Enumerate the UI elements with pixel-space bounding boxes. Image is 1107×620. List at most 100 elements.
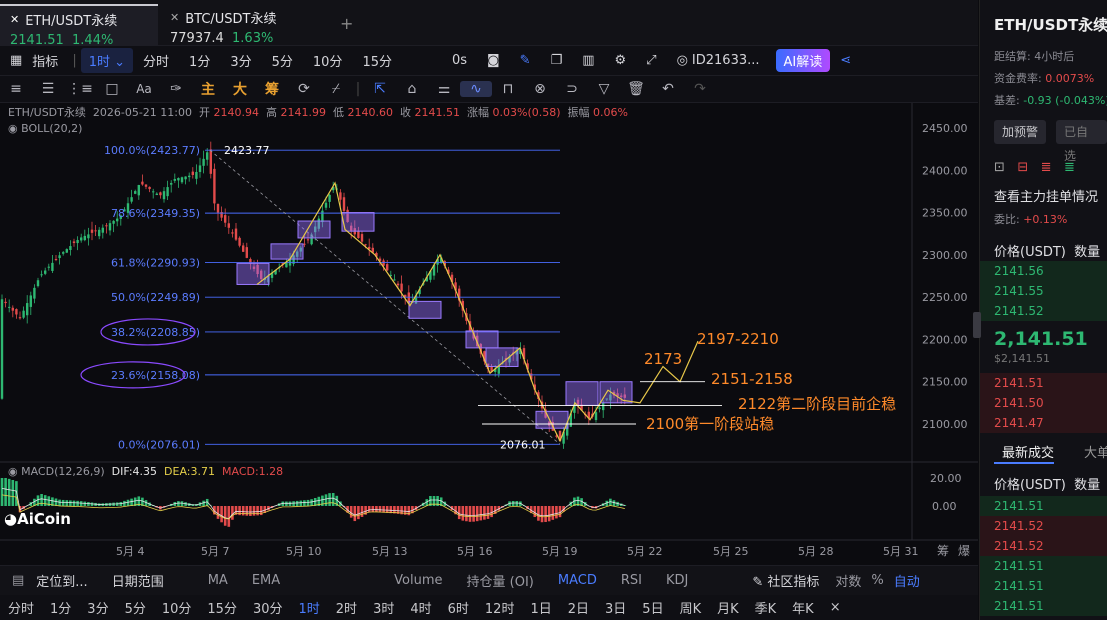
interval-item[interactable]: 15分: [352, 51, 402, 70]
chart-type-icon[interactable]: ▥: [572, 53, 604, 68]
interval-dropdown[interactable]: 1时 ⌄: [80, 48, 134, 73]
period-item[interactable]: 4时: [402, 598, 439, 617]
camera-icon[interactable]: ◙: [477, 53, 510, 68]
orders-title[interactable]: 查看主力挂单情况: [994, 186, 1098, 205]
period-item[interactable]: 2日: [560, 598, 597, 617]
redo-icon[interactable]: ↷: [684, 81, 716, 97]
period-item[interactable]: 10分: [154, 598, 200, 617]
period-item[interactable]: 3日: [597, 598, 634, 617]
bids-icon[interactable]: ≣: [1064, 160, 1075, 175]
brush-icon[interactable]: ⌿: [320, 81, 352, 97]
bid-row[interactable]: 2141.50: [980, 393, 1107, 413]
add-alert-button[interactable]: 加预警: [994, 120, 1047, 144]
main-force-button[interactable]: 主: [192, 79, 224, 99]
bid-row[interactable]: 2141.47: [980, 413, 1107, 433]
trend-tool-icon[interactable]: ∿: [460, 81, 492, 97]
period-item[interactable]: 1分: [42, 598, 79, 617]
period-item[interactable]: 30分: [245, 598, 291, 617]
tag-icon[interactable]: ⌂: [396, 81, 428, 97]
period-item[interactable]: 月K: [709, 598, 747, 617]
period-item[interactable]: 分时: [0, 598, 42, 617]
close-icon[interactable]: ✕: [170, 11, 179, 24]
locate-button[interactable]: 定位到...: [36, 571, 99, 590]
indicator-ema[interactable]: EMA: [240, 573, 292, 588]
big-orders-tab[interactable]: 大单: [1084, 442, 1107, 461]
ai-button[interactable]: AI解读: [775, 49, 831, 72]
ask-row[interactable]: 2141.52: [980, 301, 1107, 321]
period-item[interactable]: 2时: [328, 598, 365, 617]
period-item[interactable]: 12时: [477, 598, 523, 617]
period-item[interactable]: 1日: [522, 598, 559, 617]
orderbook-icon[interactable]: ⊟: [1017, 160, 1028, 175]
indicator-volume[interactable]: Volume: [382, 573, 454, 588]
period-item-selected[interactable]: 1时: [291, 598, 328, 617]
interval-item[interactable]: 10分: [303, 51, 353, 70]
pen-icon[interactable]: ✎: [510, 53, 541, 68]
asks-icon[interactable]: ≣: [1041, 160, 1052, 175]
eye-icon[interactable]: ◉: [8, 465, 18, 478]
eye-icon[interactable]: ⊗: [524, 81, 556, 97]
community-indicator-button[interactable]: ✎ 社区指标: [740, 571, 831, 590]
seconds-interval[interactable]: 0s: [442, 53, 477, 68]
calendar-icon[interactable]: ▤: [0, 573, 36, 588]
lines-icon[interactable]: ☰: [32, 81, 64, 97]
chip-button[interactable]: 筹: [256, 79, 288, 99]
fullscreen-icon[interactable]: ⤢: [636, 53, 666, 68]
period-item[interactable]: 季K: [747, 598, 785, 617]
large-order-button[interactable]: 大: [224, 79, 256, 99]
filter-icon[interactable]: ▽: [588, 81, 620, 97]
ruler-icon[interactable]: ⚌: [428, 81, 460, 97]
text-tool-icon[interactable]: Aa: [128, 82, 160, 96]
close-icon[interactable]: ×: [822, 600, 849, 615]
interval-item[interactable]: 5分: [262, 51, 303, 70]
list-icon[interactable]: ⋮≡: [64, 81, 96, 97]
indicator-button[interactable]: 指标: [32, 51, 68, 70]
price-chart[interactable]: 100.0%(2423.77) 78.6%(2349.35) 61.8%(2290.…: [0, 103, 978, 565]
book-icon[interactable]: ⊡: [994, 160, 1005, 175]
magic-icon[interactable]: ⟳: [288, 81, 320, 97]
panel-collapse-handle[interactable]: [973, 312, 981, 338]
magnet-icon[interactable]: ⊃: [556, 81, 588, 97]
watchlist-button[interactable]: 已自选: [1056, 120, 1107, 163]
ask-row[interactable]: 2141.55: [980, 281, 1107, 301]
log-toggle[interactable]: 对数: [831, 571, 865, 590]
interval-item[interactable]: 3分: [220, 51, 261, 70]
period-item[interactable]: 3时: [365, 598, 402, 617]
indicator-oi[interactable]: 持仓量 (OI): [455, 571, 546, 590]
indicator-kdj[interactable]: KDJ: [654, 573, 700, 588]
indicator-rsi[interactable]: RSI: [609, 573, 654, 588]
gear-icon[interactable]: ⚙: [605, 53, 637, 68]
period-item[interactable]: 5日: [634, 598, 671, 617]
copy-icon[interactable]: ❐: [541, 53, 573, 68]
tab-btc[interactable]: ✕ BTC/USDT永续 77937.4 1.63%: [160, 4, 330, 46]
tab-eth[interactable]: ✕ ETH/USDT永续 2141.51 1.44%: [0, 4, 158, 48]
period-item[interactable]: 15分: [199, 598, 245, 617]
pen-tool-icon[interactable]: ✑: [160, 81, 192, 97]
add-tab-icon[interactable]: +: [340, 14, 353, 33]
cursor-icon[interactable]: ⇱: [364, 81, 396, 97]
percent-toggle[interactable]: %: [865, 573, 889, 588]
undo-icon[interactable]: ↶: [652, 81, 684, 97]
rectangle-icon[interactable]: □: [96, 81, 128, 97]
auto-toggle[interactable]: 自动: [890, 571, 924, 590]
interval-item[interactable]: 分时: [133, 51, 179, 70]
date-range-button[interactable]: 日期范围: [100, 571, 176, 590]
period-item[interactable]: 周K: [672, 598, 710, 617]
boll-label[interactable]: ◉ BOLL(20,2): [8, 122, 82, 135]
menu-icon[interactable]: ≡: [0, 81, 32, 97]
lock-icon[interactable]: ⊓: [492, 81, 524, 97]
id-label[interactable]: ID21633...: [690, 53, 770, 68]
period-item[interactable]: 5分: [117, 598, 154, 617]
indicator-macd[interactable]: MACD: [546, 573, 609, 588]
layout-icon[interactable]: ▦: [0, 53, 32, 68]
period-item[interactable]: 3分: [79, 598, 116, 617]
eye-icon[interactable]: ◉: [8, 122, 18, 135]
ask-row[interactable]: 2141.56: [980, 261, 1107, 281]
indicator-ma[interactable]: MA: [196, 573, 240, 588]
share-icon[interactable]: ⋖: [830, 53, 861, 68]
bid-row[interactable]: 2141.51: [980, 373, 1107, 393]
trash-icon[interactable]: 🗑: [620, 81, 652, 97]
period-item[interactable]: 年K: [784, 598, 822, 617]
close-icon[interactable]: ✕: [10, 13, 19, 26]
trades-tab[interactable]: 最新成交: [1002, 442, 1054, 461]
